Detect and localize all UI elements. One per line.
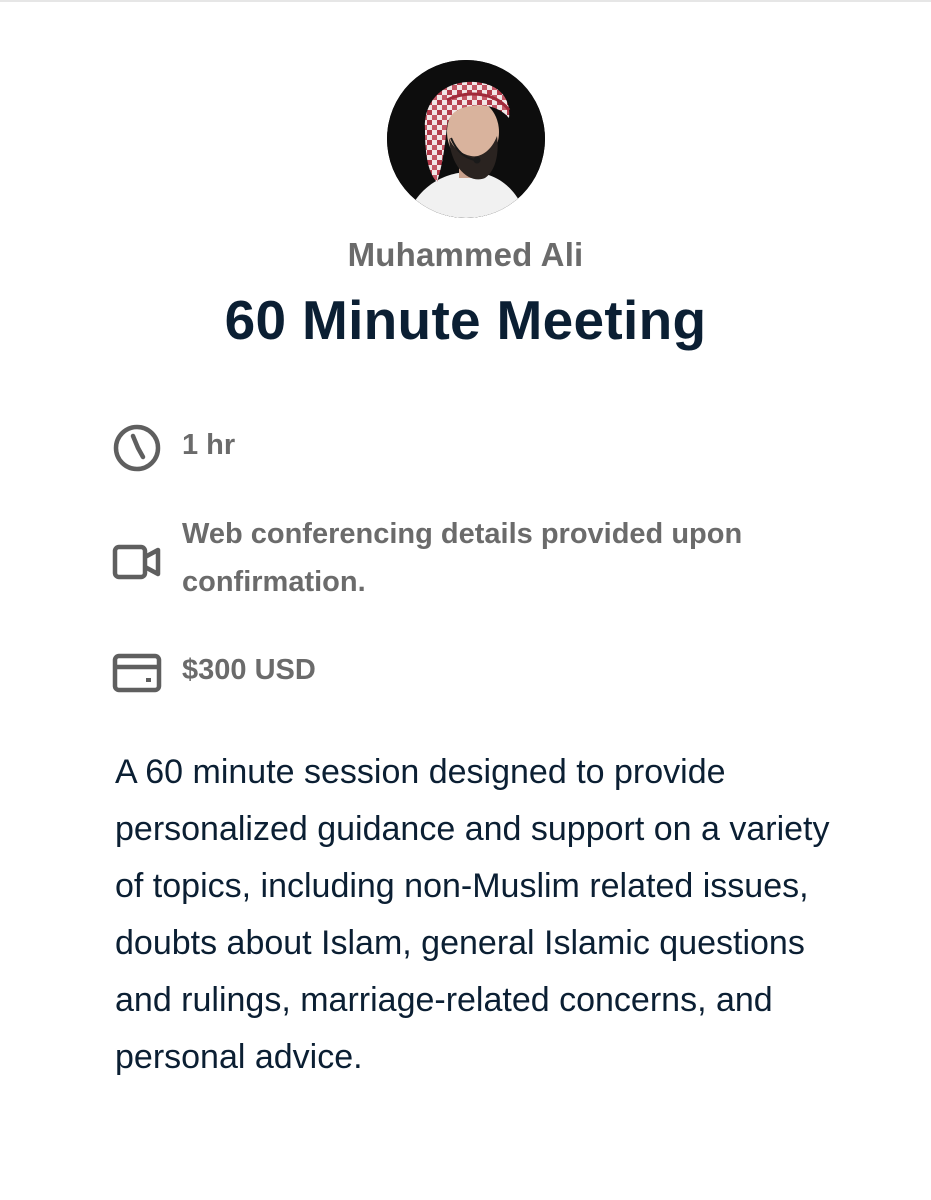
event-description: A 60 minute session designed to provide … <box>115 753 830 1076</box>
event-title: 60 Minute Meeting <box>224 289 707 351</box>
host-name: Muhammed Ali <box>347 236 584 273</box>
clock-icon <box>113 424 161 472</box>
profile-photo <box>387 60 545 218</box>
duration-row: 1 hr <box>110 421 235 475</box>
price-row: $300 USD <box>110 646 316 700</box>
avatar <box>387 60 545 218</box>
duration-label: 1 hr <box>182 429 236 461</box>
top-divider <box>0 0 931 2</box>
credit-card-icon <box>112 653 162 693</box>
location-row: Web conferencing details provided upon c… <box>110 510 822 606</box>
video-camera-icon <box>112 544 161 580</box>
price-label: $300 USD <box>182 654 316 686</box>
location-details: Web conferencing details provided upon c… <box>182 518 743 598</box>
